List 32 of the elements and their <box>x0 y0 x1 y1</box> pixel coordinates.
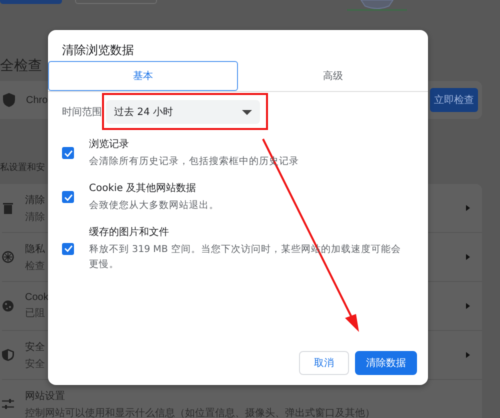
shield-icon <box>3 93 15 107</box>
row-title: 网站设置 <box>25 390 66 402</box>
option-title: Cookie 及其他网站数据 <box>89 182 198 195</box>
check-now-button[interactable]: 立即检查 <box>430 88 478 112</box>
button-fragment <box>0 0 62 4</box>
triangle-right-icon[interactable] <box>466 352 470 358</box>
field-label: 时间范围 <box>62 106 103 119</box>
dialog-title: 清除浏览数据 <box>61 42 135 59</box>
triangle-right-icon[interactable] <box>466 254 470 260</box>
triangle-right-icon[interactable] <box>466 303 470 309</box>
row-title: Cook <box>25 292 48 303</box>
option-description: 会致使您从大多数网站退出。 <box>89 199 219 213</box>
section-title: 私设置和安 <box>0 162 45 175</box>
caret-icon <box>242 110 252 114</box>
row-title: 隐私 <box>25 242 45 256</box>
checkbox[interactable] <box>62 147 74 159</box>
trash-icon <box>2 202 14 214</box>
checkbox[interactable] <box>62 191 74 203</box>
row-title: 清除 <box>25 194 45 206</box>
row-title: 安全 <box>25 340 45 354</box>
tab[interactable]: 基本 <box>48 61 238 91</box>
time-range-dropdown[interactable]: 过去 24 小时 <box>106 100 260 124</box>
triangle-right-icon[interactable] <box>466 205 470 211</box>
option-title: 缓存的图片和文件 <box>89 226 170 239</box>
cancel-button[interactable]: 取消 <box>299 351 349 375</box>
section-title: 全检查 <box>0 57 42 76</box>
target-icon <box>2 251 14 263</box>
card-text: Chro <box>26 94 48 106</box>
checkbox[interactable] <box>62 242 74 254</box>
option-title: 浏览记录 <box>89 138 130 151</box>
clear-data-button[interactable]: 清除数据 <box>355 351 417 375</box>
sliders-icon <box>2 398 14 410</box>
